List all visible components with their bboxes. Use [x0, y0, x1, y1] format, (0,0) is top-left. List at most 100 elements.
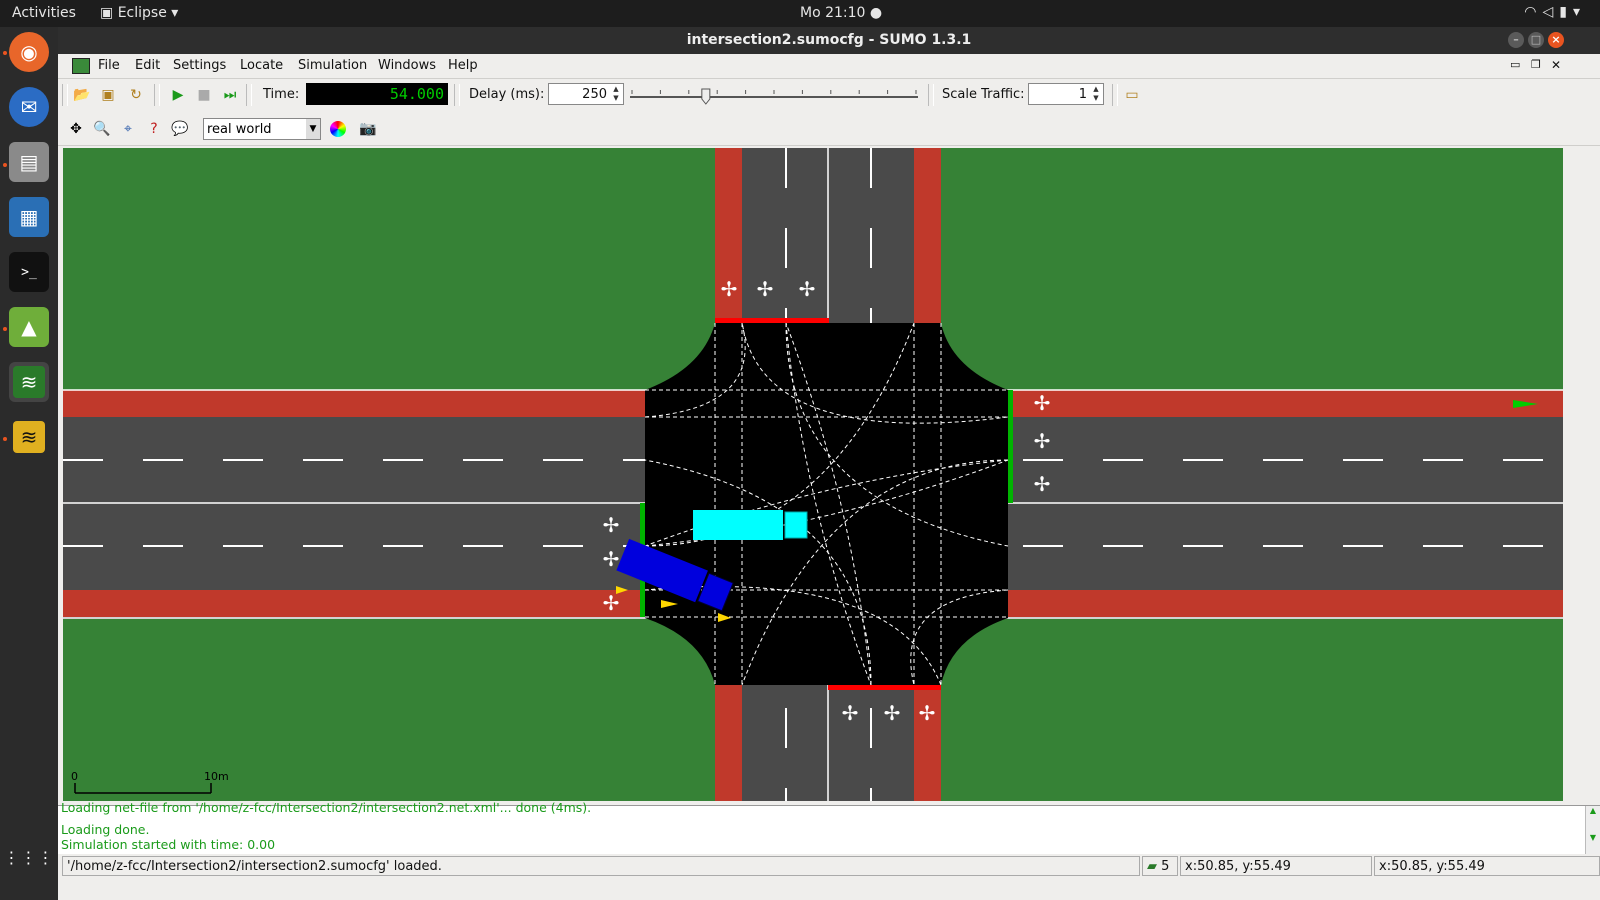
- status-geo-coordinates: x:50.85, y:55.49: [1374, 856, 1600, 876]
- locate-icon[interactable]: ⌖: [118, 119, 138, 139]
- app-grid-icon[interactable]: ⋮⋮⋮: [4, 837, 54, 877]
- vehicle-count-value: 5: [1161, 859, 1170, 874]
- activities-button[interactable]: Activities: [12, 5, 76, 21]
- menu-bar: File Edit Settings Locate Simulation Win…: [58, 54, 1600, 78]
- lane-arrow-icon: ✢: [1034, 429, 1051, 453]
- run-icon[interactable]: ▶: [168, 85, 188, 105]
- toolbar-grip: [62, 84, 68, 106]
- object-info-icon[interactable]: ?: [144, 119, 164, 139]
- sumo-logo-icon[interactable]: [72, 58, 90, 78]
- mdi-restore-icon[interactable]: ❐: [1531, 58, 1541, 71]
- files-icon[interactable]: ▤: [9, 142, 49, 182]
- running-indicator: [3, 163, 7, 167]
- menu-settings[interactable]: Settings: [173, 58, 226, 73]
- firefox-icon[interactable]: ◉: [9, 32, 49, 72]
- time-display: 54.000: [306, 83, 448, 105]
- car-icon: ▰: [1147, 859, 1157, 874]
- window-title: intersection2.sumocfg - SUMO 1.3.1: [686, 32, 972, 48]
- traffic-signal: [715, 318, 829, 323]
- window-titlebar: intersection2.sumocfg - SUMO 1.3.1 – □ ×: [58, 27, 1600, 54]
- vehicle-count: ▰ 5: [1142, 856, 1178, 876]
- sumo-icon[interactable]: ≋: [9, 362, 49, 402]
- reload-icon[interactable]: ↻: [126, 85, 146, 105]
- traffic-signal: [828, 685, 941, 690]
- lane-arrow-icon: ✢: [919, 701, 936, 725]
- menu-windows[interactable]: Windows: [378, 58, 436, 73]
- app-menu-label: Eclipse: [117, 5, 167, 21]
- open-config-icon[interactable]: 📂: [72, 85, 92, 105]
- menu-edit[interactable]: Edit: [135, 58, 160, 73]
- scale-traffic-spinner[interactable]: 1 ▲ ▼: [1028, 83, 1104, 105]
- clock[interactable]: Mo 21:10 ●: [800, 5, 882, 21]
- netedit-icon[interactable]: ≋: [9, 417, 49, 457]
- clock-label: Mo 21:10: [800, 5, 866, 21]
- app-menu-eclipse[interactable]: ▣ Eclipse ▾: [100, 5, 178, 21]
- stop-icon[interactable]: ■: [194, 85, 214, 105]
- new-view-icon[interactable]: ▭: [1122, 85, 1142, 105]
- libreoffice-icon[interactable]: ▦: [9, 197, 49, 237]
- chevron-down-icon[interactable]: ▼: [306, 119, 320, 139]
- network-view[interactable]: ✢ ✢ ✢ ✢ ✢ ✢ ✢ ✢ ✢ ✢ ✢ ✢ 0 10m: [63, 148, 1563, 801]
- simulation-canvas[interactable]: ✢ ✢ ✢ ✢ ✢ ✢ ✢ ✢ ✢ ✢ ✢ ✢ 0 10m: [63, 148, 1563, 801]
- lane-arrow-icon: ✢: [1034, 472, 1051, 496]
- tooltip-icon[interactable]: 💬: [170, 119, 190, 139]
- spinner-arrows-icon[interactable]: ▲ ▼: [1090, 85, 1102, 103]
- maximize-button[interactable]: □: [1528, 32, 1544, 48]
- message-line: Loading net-file from '/home/z-fcc/Inter…: [61, 800, 592, 815]
- menu-locate[interactable]: Locate: [240, 58, 283, 73]
- scale-traffic-label: Scale Traffic:: [942, 87, 1025, 102]
- message-scrollbar[interactable]: ▲ ▼: [1585, 806, 1600, 854]
- system-tray[interactable]: ◠◁▮▾: [1524, 4, 1586, 20]
- view-toolbar: ✥ 🔍 ⌖ ? 💬 real world ▼ 📷: [58, 113, 1600, 146]
- image-viewer-icon[interactable]: ▲: [9, 307, 49, 347]
- status-bar: '/home/z-fcc/Intersection2/intersection2…: [58, 856, 1600, 878]
- delay-value: 250: [582, 87, 607, 102]
- lane-arrow-icon: ✢: [603, 547, 620, 571]
- main-toolbar: 📂 ▣ ↻ ▶ ■ ⏭ Time: 54.000 Delay (ms): 250…: [58, 78, 1600, 113]
- lane-arrow-icon: ✢: [757, 277, 774, 301]
- mdi-close-icon[interactable]: ✕: [1551, 58, 1561, 72]
- running-indicator: [3, 437, 7, 441]
- terminal-icon[interactable]: >_: [9, 252, 49, 292]
- close-button[interactable]: ×: [1548, 32, 1564, 48]
- scale-start-label: 0: [71, 770, 78, 783]
- color-scheme-value: real world: [207, 122, 272, 137]
- color-scheme-select[interactable]: real world ▼: [203, 118, 321, 140]
- system-top-bar: Activities ▣ Eclipse ▾ Mo 21:10 ● ◠◁▮▾: [0, 0, 1600, 27]
- screenshot-icon[interactable]: 📷: [358, 119, 378, 139]
- message-line: Loading done.: [61, 822, 150, 837]
- message-window[interactable]: Loading net-file from '/home/z-fcc/Inter…: [58, 800, 1600, 854]
- recenter-view-icon[interactable]: ✥: [66, 119, 86, 139]
- toolbar-separator: [154, 84, 160, 106]
- toolbar-separator: [928, 84, 934, 106]
- lane-arrow-icon: ✢: [603, 513, 620, 537]
- status-coordinates: x:50.85, y:55.49: [1180, 856, 1372, 876]
- lane-arrow-icon: ✢: [721, 277, 738, 301]
- lane-arrow-icon: ✢: [842, 701, 859, 725]
- open-network-icon[interactable]: ▣: [98, 85, 118, 105]
- mdi-minimize-icon[interactable]: ▭: [1510, 58, 1520, 71]
- thunderbird-icon[interactable]: ✉: [9, 87, 49, 127]
- step-icon[interactable]: ⏭: [220, 85, 240, 105]
- volume-icon: ◁: [1542, 4, 1560, 20]
- menu-help[interactable]: Help: [448, 58, 478, 73]
- lane-arrow-icon: ✢: [1034, 391, 1051, 415]
- eclipse-app-icon: ▣: [100, 5, 114, 21]
- zoom-icon[interactable]: 🔍: [92, 119, 112, 139]
- scale-traffic-value: 1: [1078, 87, 1087, 102]
- delay-slider-thumb[interactable]: [701, 88, 711, 105]
- edit-coloring-icon[interactable]: [328, 119, 348, 139]
- delay-spinner[interactable]: 250 ▲ ▼: [548, 83, 624, 105]
- status-message: '/home/z-fcc/Intersection2/intersection2…: [62, 856, 1140, 876]
- menu-file[interactable]: File: [98, 58, 120, 73]
- menu-simulation[interactable]: Simulation: [298, 58, 367, 73]
- vehicle-truck-cyan[interactable]: [693, 510, 808, 540]
- chevron-down-icon: ▾: [1572, 4, 1586, 20]
- running-indicator: [3, 327, 7, 331]
- dock: ◉ ✉ ▤ ▦ >_ ▲ ≋ ≋ ⋮⋮⋮: [0, 27, 58, 900]
- traffic-signal: [1008, 390, 1013, 503]
- delay-slider[interactable]: [628, 87, 920, 105]
- minimize-button[interactable]: –: [1508, 32, 1524, 48]
- scale-end-label: 10m: [204, 770, 229, 783]
- spinner-arrows-icon[interactable]: ▲ ▼: [610, 85, 622, 103]
